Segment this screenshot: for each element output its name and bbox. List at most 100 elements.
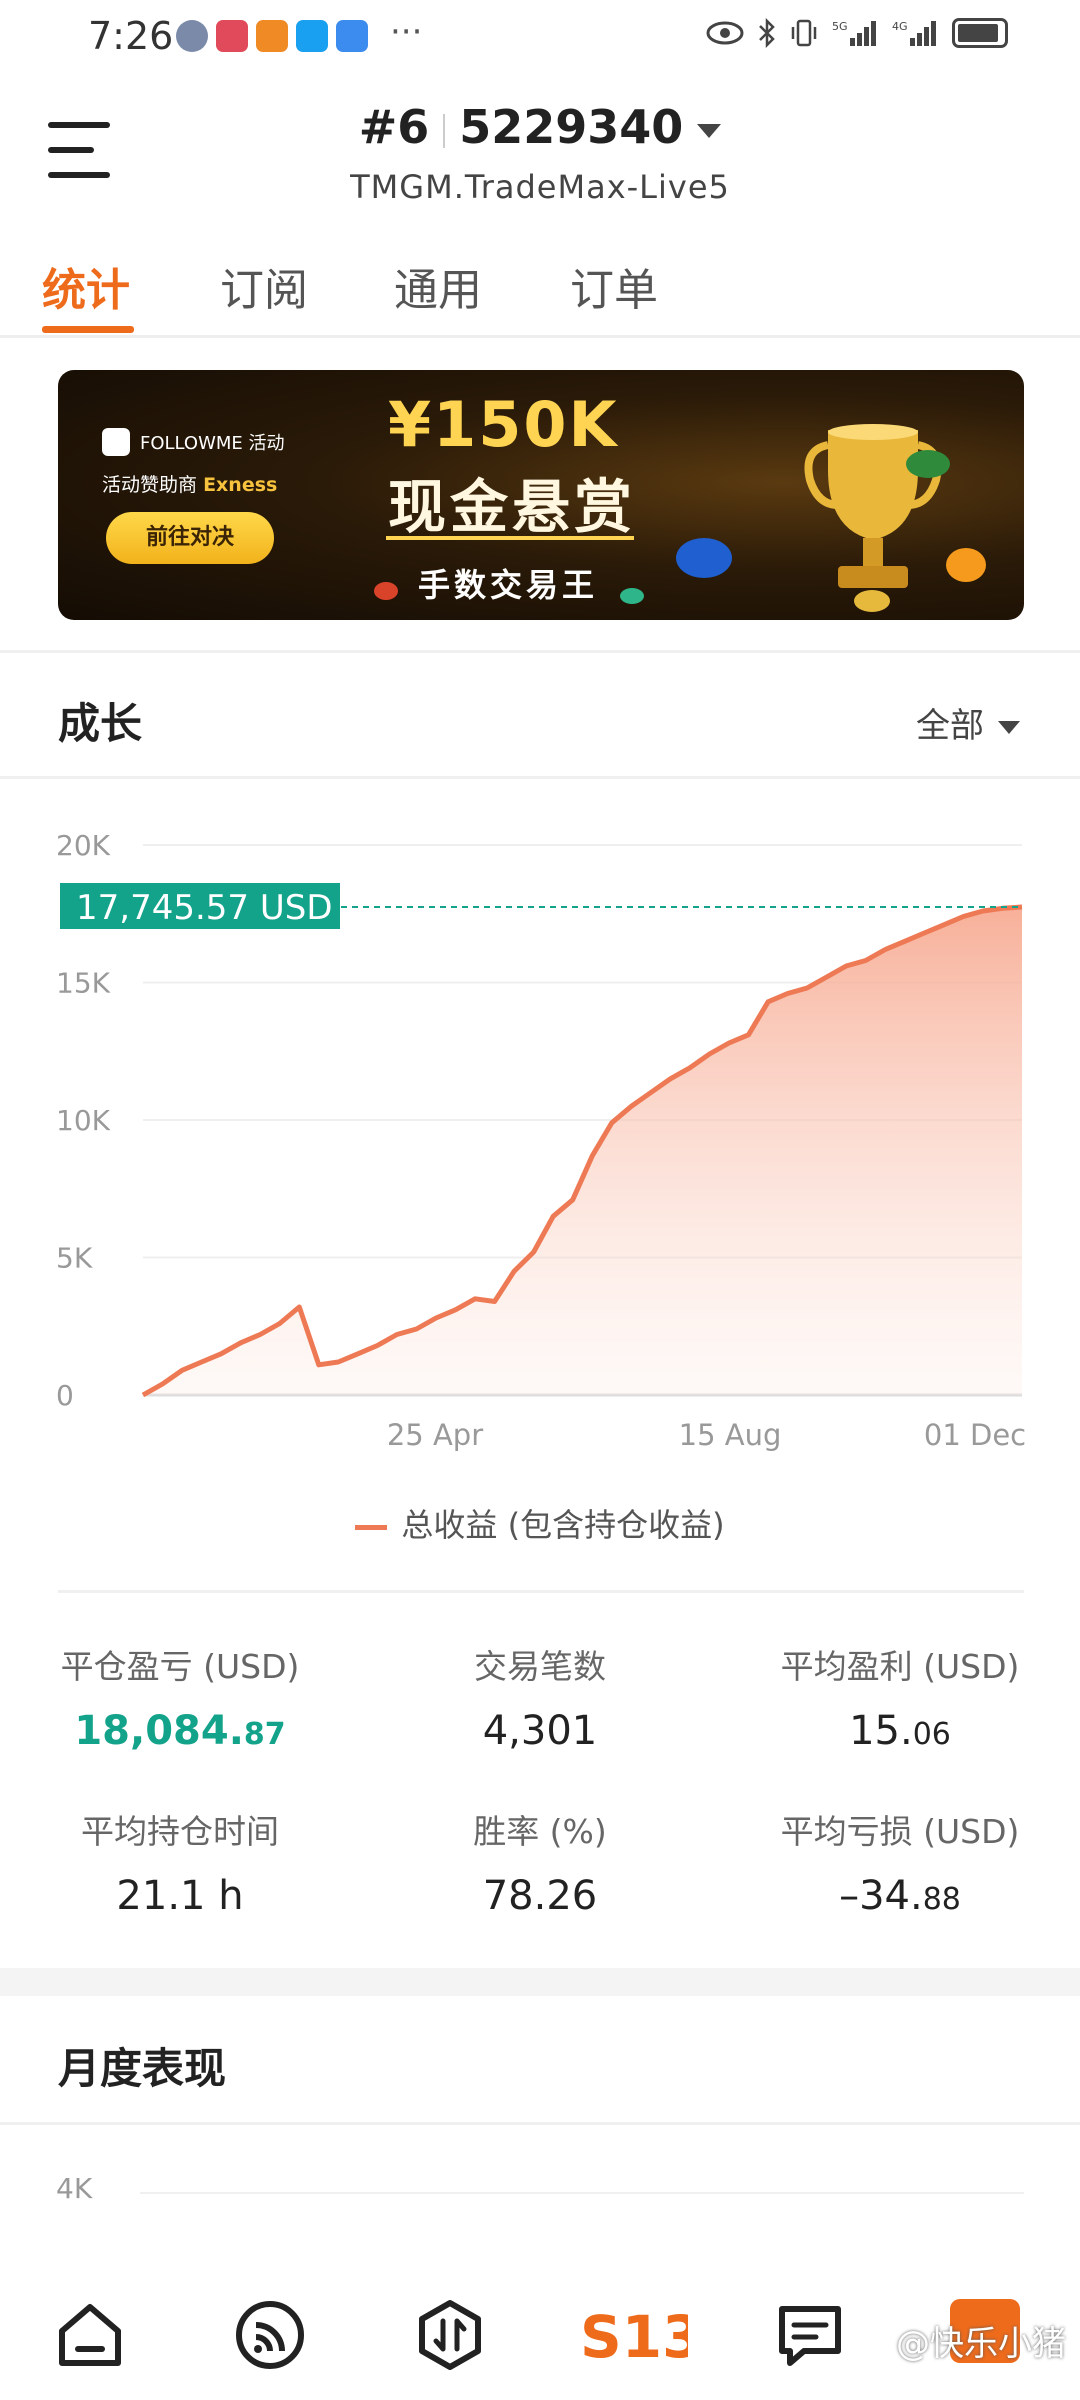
series-area [143,907,1022,1395]
coin-icon [620,588,644,604]
app-header: #6 5229340 TMGM.TradeMax-Live5 [0,80,1080,230]
account-selector[interactable]: #6 5229340 [0,100,1080,154]
coin-icon [854,590,890,612]
banner-headline: 现金悬赏 [388,473,637,541]
server-name: TMGM.TradeMax-Live5 [350,168,730,206]
section-divider [0,650,1080,653]
stat-avg-profit: 平均盈利 (USD) 15.06 [720,1640,1080,1754]
nav-trade-icon[interactable] [410,2295,490,2375]
legend-swatch [355,1524,388,1530]
stat-label: 平仓盈亏 (USD) [60,1647,300,1686]
stat-label: 交易笔数 [474,1647,606,1686]
vibrate-icon [791,19,817,47]
growth-title: 成长 [58,699,143,748]
y-tick-label: 20K [56,829,111,862]
stat-value: –34.88 [839,1873,961,1919]
y-tick-label: 5K [56,1242,93,1275]
nav-feed-icon[interactable] [230,2295,310,2375]
coin-icon [676,538,732,578]
monthly-axis-tick: 4K [56,2172,93,2205]
banner-tag: 手数交易王 [418,566,599,604]
x-tick-label: 01 Dec [924,1418,1026,1452]
coin-icon [946,548,986,582]
y-tick-label: 10K [56,1104,111,1137]
clock: 7:26 [88,14,174,58]
stat-label: 平均持仓时间 [81,1812,279,1851]
x-tick-label: 25 Apr [387,1418,483,1452]
stat-avg-hold-time: 平均持仓时间 21.1 h [0,1805,360,1919]
stat-win-rate: 胜率 (%) 78.26 [360,1805,720,1919]
stat-avg-loss: 平均亏损 (USD) –34.88 [720,1805,1080,1919]
banner-brand-text: FOLLOWME 活动 [140,433,285,454]
x-tick-label: 15 Aug [679,1418,782,1452]
coin-icon [906,450,950,478]
clock-app-icon [176,20,208,52]
weather-app-icon [336,20,368,52]
tab-orders[interactable]: 订单 [570,254,658,318]
stat-label: 平均亏损 (USD) [780,1812,1020,1851]
growth-chart: 20K 15K 10K 5K 0 25 Apr 15 Aug 01 Dec 17,745.5… [56,829,1026,1452]
section-divider [58,1590,1024,1593]
banner-amount: ¥150K [388,388,619,461]
signal-5g-icon: 5G [832,20,876,46]
banner-sponsor: 活动赞助商 Exness [102,470,277,497]
period-selector[interactable]: 全部 [916,698,1020,747]
stat-closed-pnl: 平仓盈亏 (USD) 18,084.87 [0,1640,360,1754]
monthly-gridline [140,2192,1024,2194]
watermark-text: @快乐小猪 [896,2324,1066,2364]
nav-messages-icon[interactable] [770,2295,850,2375]
stat-value: 21.1 h [116,1873,244,1919]
svg-text:5G: 5G [832,20,848,33]
more-notifications-icon: ··· [390,12,423,52]
period-label: 全部 [916,706,984,746]
tab-statistics[interactable]: 统计 [42,254,130,318]
current-value-label: 17,745.57 USD [76,888,333,928]
account-id: 5229340 [459,100,684,154]
stat-label: 平均盈利 (USD) [780,1647,1020,1686]
account-rank: #6 [358,100,430,154]
banner-cta-button[interactable]: 前往对决 [106,512,274,564]
promo-banner[interactable]: FOLLOWME 活动 活动赞助商 Exness 前往对决 ¥150K 现金悬赏… [58,370,1024,620]
bluetooth-icon [759,18,775,48]
x-axis-ticks: 25 Apr 15 Aug 01 Dec [387,1418,1026,1452]
stat-value: 4,301 [482,1708,598,1754]
monthly-title: 月度表现 [58,2044,227,2093]
svg-text:4G: 4G [892,20,908,33]
stat-value: 18,084.87 [74,1708,286,1754]
stat-trade-count: 交易笔数 4,301 [360,1640,720,1754]
system-icons: 5G 4G [706,18,1008,48]
chevron-down-icon [697,123,722,138]
notification-icons [176,20,368,52]
stat-value: 78.26 [482,1873,598,1919]
sponsor-name: Exness [203,474,278,496]
y-tick-label: 15K [56,967,111,1000]
coin-icon [374,582,398,600]
chart-legend: 总收益 (包含持仓收益) [0,1500,1080,1546]
svg-text:S13: S13 [580,2303,688,2371]
battery-icon [952,18,1008,48]
legend-label: 总收益 (包含持仓收益) [401,1506,725,1544]
tab-bar: 统计 订阅 通用 订单 [0,232,1080,338]
eye-icon [706,21,744,45]
status-bar: 7:26 ··· 5G 4G [0,0,1080,80]
stat-value: 15.06 [849,1708,951,1754]
tab-general[interactable]: 通用 [394,254,482,318]
sponsor-prefix: 活动赞助商 [102,474,198,496]
nav-home-icon[interactable] [50,2295,130,2375]
trophy-icon [804,424,942,588]
signal-4g-icon: 4G [892,20,936,46]
search-app-icon [296,20,328,52]
chevron-down-icon [998,721,1020,734]
section-divider [0,2122,1080,2125]
followme-logo-icon [102,428,130,456]
video-app-icon [256,20,288,52]
stat-label: 胜率 (%) [473,1812,607,1851]
banner-divider [386,536,634,540]
book-app-icon [216,20,248,52]
section-gap [0,1968,1080,1996]
active-tab-indicator [42,326,134,333]
y-tick-label: 0 [56,1379,74,1412]
banner-brand: FOLLOWME 活动 [102,428,285,456]
tab-subscribe[interactable]: 订阅 [220,254,308,318]
nav-s13-icon[interactable]: S13 [578,2295,703,2375]
